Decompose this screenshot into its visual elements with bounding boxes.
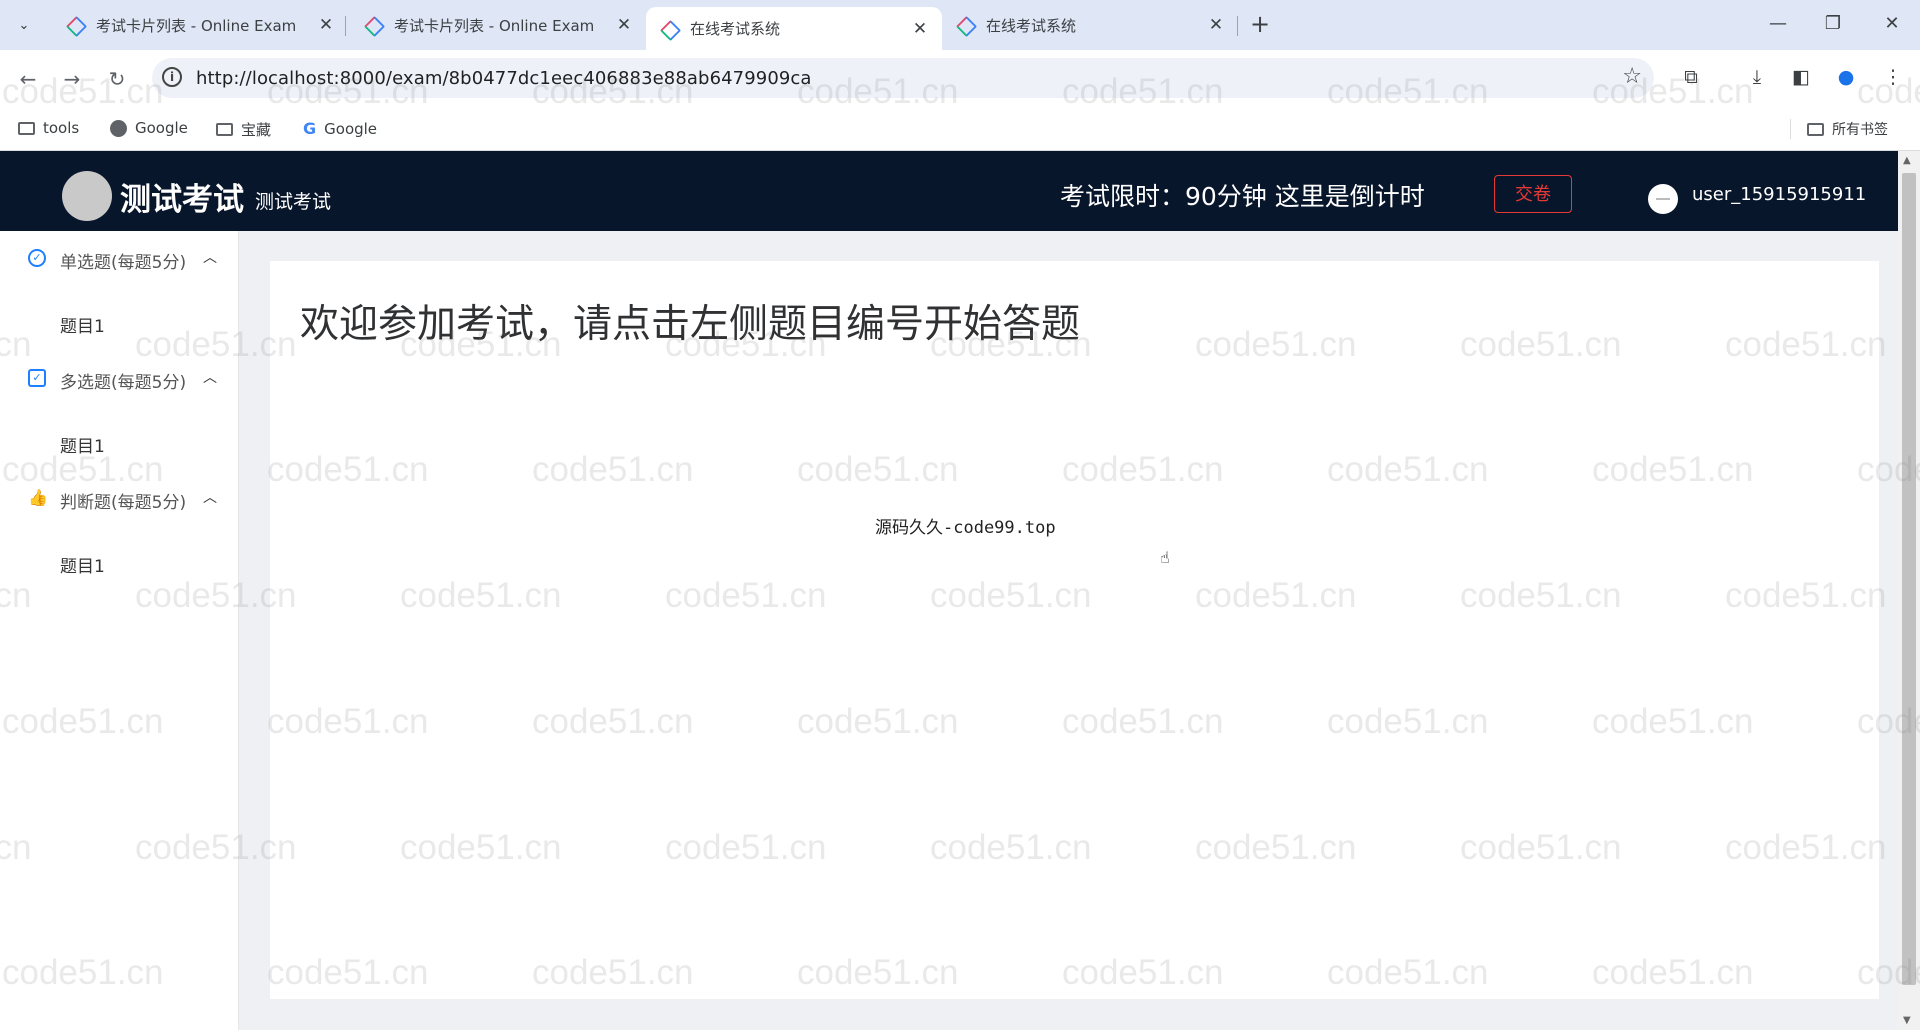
- close-icon[interactable]: ✕: [316, 15, 336, 35]
- site-favicon-icon: [66, 16, 84, 34]
- chevron-up-icon[interactable]: ︿: [203, 367, 217, 387]
- browser-tab[interactable]: 考试卡片列表 - Online Exam ✕: [350, 7, 646, 43]
- bookmark-label: 宝藏: [241, 121, 272, 139]
- question-label[interactable]: 题目1: [60, 432, 105, 457]
- question-item[interactable]: 题目1: [0, 297, 238, 347]
- close-icon[interactable]: ✕: [910, 19, 930, 39]
- bookmark-label: Google: [324, 119, 378, 138]
- google-icon: G: [303, 119, 317, 138]
- content-card: [270, 261, 1879, 999]
- group-single-choice[interactable]: ✓ 单选题(每题5分) ︿: [0, 231, 238, 287]
- restore-icon[interactable]: ❐: [1813, 8, 1853, 40]
- extensions-puzzle-icon[interactable]: ⧉: [1676, 62, 1706, 92]
- site-favicon-icon: [956, 16, 974, 34]
- tab-title: 在线考试系统: [986, 16, 1077, 35]
- site-favicon-icon: [364, 16, 382, 34]
- folder-icon: [216, 123, 233, 136]
- new-tab-plus-icon[interactable]: +: [1245, 10, 1275, 40]
- check-circle-icon: ✓: [28, 249, 46, 267]
- page-subtitle: 测试考试: [255, 191, 332, 213]
- site-favicon-icon: [660, 20, 678, 38]
- chevron-up-icon[interactable]: ︿: [203, 487, 217, 507]
- app-header: 测试考试 测试考试 考试限时：90分钟 这里是倒计时 交卷 user_15915…: [0, 151, 1898, 231]
- folder-icon: [1807, 122, 1824, 136]
- chevron-up-icon[interactable]: ︿: [203, 247, 217, 267]
- window-close-icon[interactable]: ✕: [1872, 8, 1912, 40]
- scrollbar-thumb[interactable]: [1902, 173, 1916, 985]
- welcome-message: 欢迎参加考试，请点击左侧题目编号开始答题: [300, 302, 1081, 347]
- close-icon[interactable]: ✕: [614, 15, 634, 35]
- bookmark-item[interactable]: 宝藏: [216, 119, 271, 140]
- browser-tab-active[interactable]: 在线考试系统 ✕: [646, 7, 942, 50]
- source-text: 源码久久-code99.top: [875, 518, 1056, 538]
- group-multiple-choice[interactable]: ✓ 多选题(每题5分) ︿: [0, 351, 238, 407]
- reload-icon[interactable]: ↻: [103, 65, 131, 93]
- exam-timer: 考试限时：90分钟 这里是倒计时: [1060, 182, 1425, 211]
- site-info-icon[interactable]: i: [162, 67, 182, 87]
- minimize-icon[interactable]: —: [1758, 8, 1798, 40]
- question-label[interactable]: 题目1: [60, 552, 105, 577]
- address-bar[interactable]: i http://localhost:8000/exam/8b0477dc1ee…: [152, 58, 1654, 98]
- bookmark-item[interactable]: tools: [18, 119, 79, 137]
- thumbs-up-icon: 👍: [28, 488, 48, 507]
- browser-tab[interactable]: 在线考试系统 ✕: [942, 7, 1238, 43]
- submit-exam-button[interactable]: 交卷: [1494, 175, 1572, 213]
- profile-icon[interactable]: ●: [1831, 62, 1861, 92]
- group-label: 单选题(每题5分): [60, 253, 187, 273]
- group-label: 多选题(每题5分): [60, 373, 187, 393]
- bookmark-star-icon[interactable]: ☆: [1622, 64, 1642, 89]
- group-label: 判断题(每题5分): [60, 493, 187, 513]
- page-title: 测试考试: [120, 182, 244, 218]
- question-item[interactable]: 题目1: [0, 537, 238, 587]
- tab-divider: [345, 16, 346, 36]
- browser-tab[interactable]: 考试卡片列表 - Online Exam ✕: [52, 7, 348, 43]
- all-bookmarks-label: 所有书签: [1832, 122, 1888, 138]
- url-text[interactable]: http://localhost:8000/exam/8b0477dc1eec4…: [196, 68, 812, 89]
- menu-kebab-icon[interactable]: ⋮: [1878, 62, 1908, 92]
- sidepanel-icon[interactable]: ◧: [1786, 62, 1816, 92]
- bookmarks-bar: tools Google 宝藏 G Google 所有书签: [0, 108, 1920, 151]
- group-true-false[interactable]: 👍 判断题(每题5分) ︿: [0, 471, 238, 527]
- page-scrollbar[interactable]: ▲ ▼: [1898, 151, 1920, 1030]
- browser-toolbar: ← → ↻ i http://localhost:8000/exam/8b047…: [0, 50, 1920, 108]
- tab-search-chevron-icon[interactable]: ⌄: [9, 11, 39, 39]
- bookmark-label: tools: [43, 119, 80, 137]
- back-arrow-icon[interactable]: ←: [14, 65, 42, 93]
- avatar[interactable]: [1648, 184, 1678, 214]
- scroll-down-arrow-icon[interactable]: ▼: [1903, 1015, 1911, 1026]
- question-sidebar: ✓ 单选题(每题5分) ︿ 题目1 ✓ 多选题(每题5分) ︿ 题目1 👍 判断…: [0, 231, 239, 1030]
- all-bookmarks[interactable]: 所有书签: [1790, 119, 1888, 139]
- scroll-up-arrow-icon[interactable]: ▲: [1903, 155, 1911, 166]
- check-square-icon: ✓: [28, 369, 46, 387]
- forward-arrow-icon[interactable]: →: [58, 65, 86, 93]
- bookmark-item[interactable]: Google: [110, 119, 188, 137]
- bookmark-label: Google: [135, 119, 188, 137]
- tab-title: 考试卡片列表 - Online Exam: [394, 16, 595, 35]
- browser-tabbar: ⌄ 考试卡片列表 - Online Exam ✕ 考试卡片列表 - Online…: [0, 0, 1920, 50]
- username[interactable]: user_15915915911: [1692, 184, 1866, 205]
- logo: [62, 171, 112, 221]
- download-icon[interactable]: ⤓: [1742, 62, 1772, 92]
- close-icon[interactable]: ✕: [1206, 15, 1226, 35]
- folder-icon: [18, 121, 35, 135]
- tab-title: 考试卡片列表 - Online Exam: [96, 16, 297, 35]
- question-item[interactable]: 题目1: [0, 417, 238, 467]
- tab-title: 在线考试系统: [690, 20, 781, 38]
- bookmark-item[interactable]: G Google: [303, 119, 377, 138]
- tab-divider: [1237, 16, 1238, 36]
- question-label[interactable]: 题目1: [60, 312, 105, 337]
- globe-icon: [110, 119, 127, 137]
- hand-cursor-icon: ☝: [1160, 548, 1170, 567]
